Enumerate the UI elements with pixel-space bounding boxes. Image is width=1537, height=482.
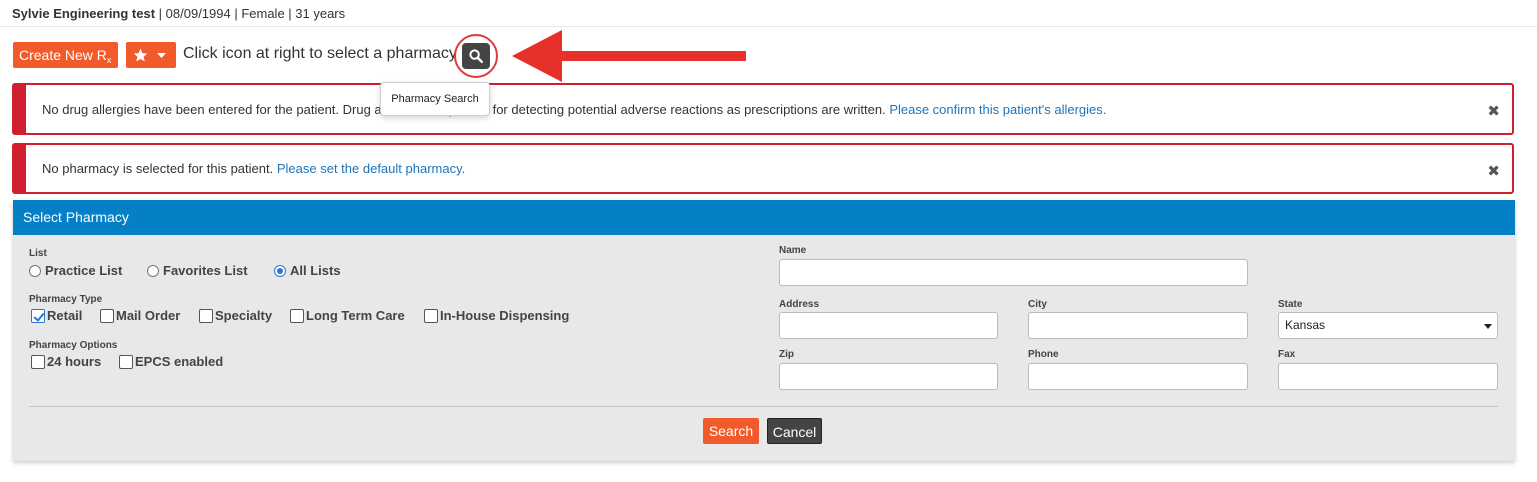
checkbox[interactable] (424, 308, 438, 323)
radio-label: Practice List (45, 263, 123, 278)
phone-label: Phone (1028, 349, 1059, 360)
patient-name: Sylvie Engineering test (12, 6, 156, 21)
fax-input[interactable] (1278, 363, 1498, 390)
city-input[interactable] (1028, 312, 1248, 339)
select-pharmacy-panel: Select Pharmacy List Practice List Favor… (13, 200, 1515, 461)
checkbox-long-term-care[interactable]: Long Term Care (290, 308, 405, 323)
checkbox-label: 24 hours (47, 354, 102, 369)
pharmacy-alert: No pharmacy is selected for this patient… (12, 143, 1514, 194)
radio-all-lists[interactable]: All Lists (274, 263, 341, 278)
rx-subscript: x (106, 55, 112, 65)
city-label: City (1028, 299, 1047, 310)
allergy-alert-text-tail: mportant for detecting potential adverse… (437, 102, 886, 117)
create-new-rx-label: Create New R (19, 47, 107, 63)
create-new-rx-button[interactable]: Create New Rx (13, 42, 118, 68)
close-icon[interactable]: ✖ (1487, 102, 1500, 120)
caret-down-icon (157, 53, 166, 58)
checkbox[interactable] (199, 308, 213, 323)
radio-button[interactable] (274, 264, 286, 277)
zip-input[interactable] (779, 363, 998, 390)
patient-details: | 08/09/1994 | Female | 31 years (158, 6, 346, 21)
radio-label: Favorites List (163, 263, 248, 278)
search-icon (469, 49, 483, 63)
checkbox[interactable] (100, 308, 114, 323)
fax-label: Fax (1278, 349, 1296, 360)
allergy-alert-message: No drug allergies have been entered for … (42, 102, 1106, 117)
checkbox-label: Mail Order (116, 308, 181, 323)
phone-input[interactable] (1028, 363, 1248, 390)
pharmacy-alert-text: No pharmacy is selected for this patient… (42, 161, 274, 176)
pharmacy-search-tooltip: Pharmacy Search (380, 82, 490, 116)
state-selected-value: Kansas (1285, 318, 1326, 332)
checkbox-in-house-dispensing[interactable]: In-House Dispensing (424, 308, 569, 323)
state-select[interactable]: Kansas (1278, 312, 1498, 339)
close-icon[interactable]: ✖ (1487, 162, 1500, 180)
checkbox-label: In-House Dispensing (440, 308, 570, 323)
checkbox[interactable] (119, 354, 133, 369)
checkbox-epcs-enabled[interactable]: EPCS enabled (119, 354, 223, 369)
radio-practice-list[interactable]: Practice List (29, 263, 122, 278)
list-label: List (29, 248, 47, 259)
radio-button[interactable] (29, 264, 41, 277)
checkbox-label: EPCS enabled (135, 354, 224, 369)
confirm-allergies-link[interactable]: Please confirm this patient's allergies. (889, 102, 1106, 117)
checkbox-retail[interactable]: Retail (31, 308, 82, 323)
star-icon (133, 48, 148, 62)
state-label: State (1278, 299, 1303, 310)
radio-label: All Lists (290, 263, 341, 278)
checkbox-24-hours[interactable]: 24 hours (31, 354, 101, 369)
address-label: Address (779, 299, 820, 310)
allergy-alert-text: No drug allergies have been entered for … (42, 102, 382, 117)
checkbox-label: Retail (47, 308, 83, 323)
zip-label: Zip (779, 349, 794, 360)
pharmacy-hint-text: Click icon at right to select a pharmacy (183, 45, 457, 62)
search-button[interactable]: Search (703, 418, 759, 444)
checkbox[interactable] (290, 308, 304, 323)
radio-button[interactable] (147, 264, 159, 277)
allergy-alert: No drug allergies have been entered for … (12, 83, 1514, 135)
radio-favorites-list[interactable]: Favorites List (147, 263, 248, 278)
patient-header: Sylvie Engineering test | 08/09/1994 | F… (12, 6, 345, 22)
checkbox-specialty[interactable]: Specialty (199, 308, 272, 323)
panel-title: Select Pharmacy (13, 200, 1515, 235)
checkbox[interactable] (31, 308, 45, 323)
header-divider (0, 26, 1537, 27)
pharmacy-options-label: Pharmacy Options (29, 340, 118, 351)
name-label: Name (779, 245, 807, 256)
set-default-pharmacy-link[interactable]: Please set the default pharmacy. (277, 161, 465, 176)
checkbox-label: Specialty (215, 308, 273, 323)
annotation-arrow-icon (512, 30, 746, 82)
name-input[interactable] (779, 259, 1248, 286)
panel-divider (29, 406, 1498, 407)
pharmacy-type-label: Pharmacy Type (29, 294, 103, 305)
favorites-dropdown-button[interactable] (126, 42, 176, 68)
checkbox-label: Long Term Care (306, 308, 405, 323)
address-input[interactable] (779, 312, 998, 339)
pharmacy-alert-message: No pharmacy is selected for this patient… (42, 161, 465, 176)
chevron-down-icon (1484, 324, 1492, 329)
cancel-button[interactable]: Cancel (767, 418, 822, 444)
checkbox[interactable] (31, 354, 45, 369)
checkbox-mail-order[interactable]: Mail Order (100, 308, 180, 323)
pharmacy-search-button[interactable] (462, 43, 490, 69)
